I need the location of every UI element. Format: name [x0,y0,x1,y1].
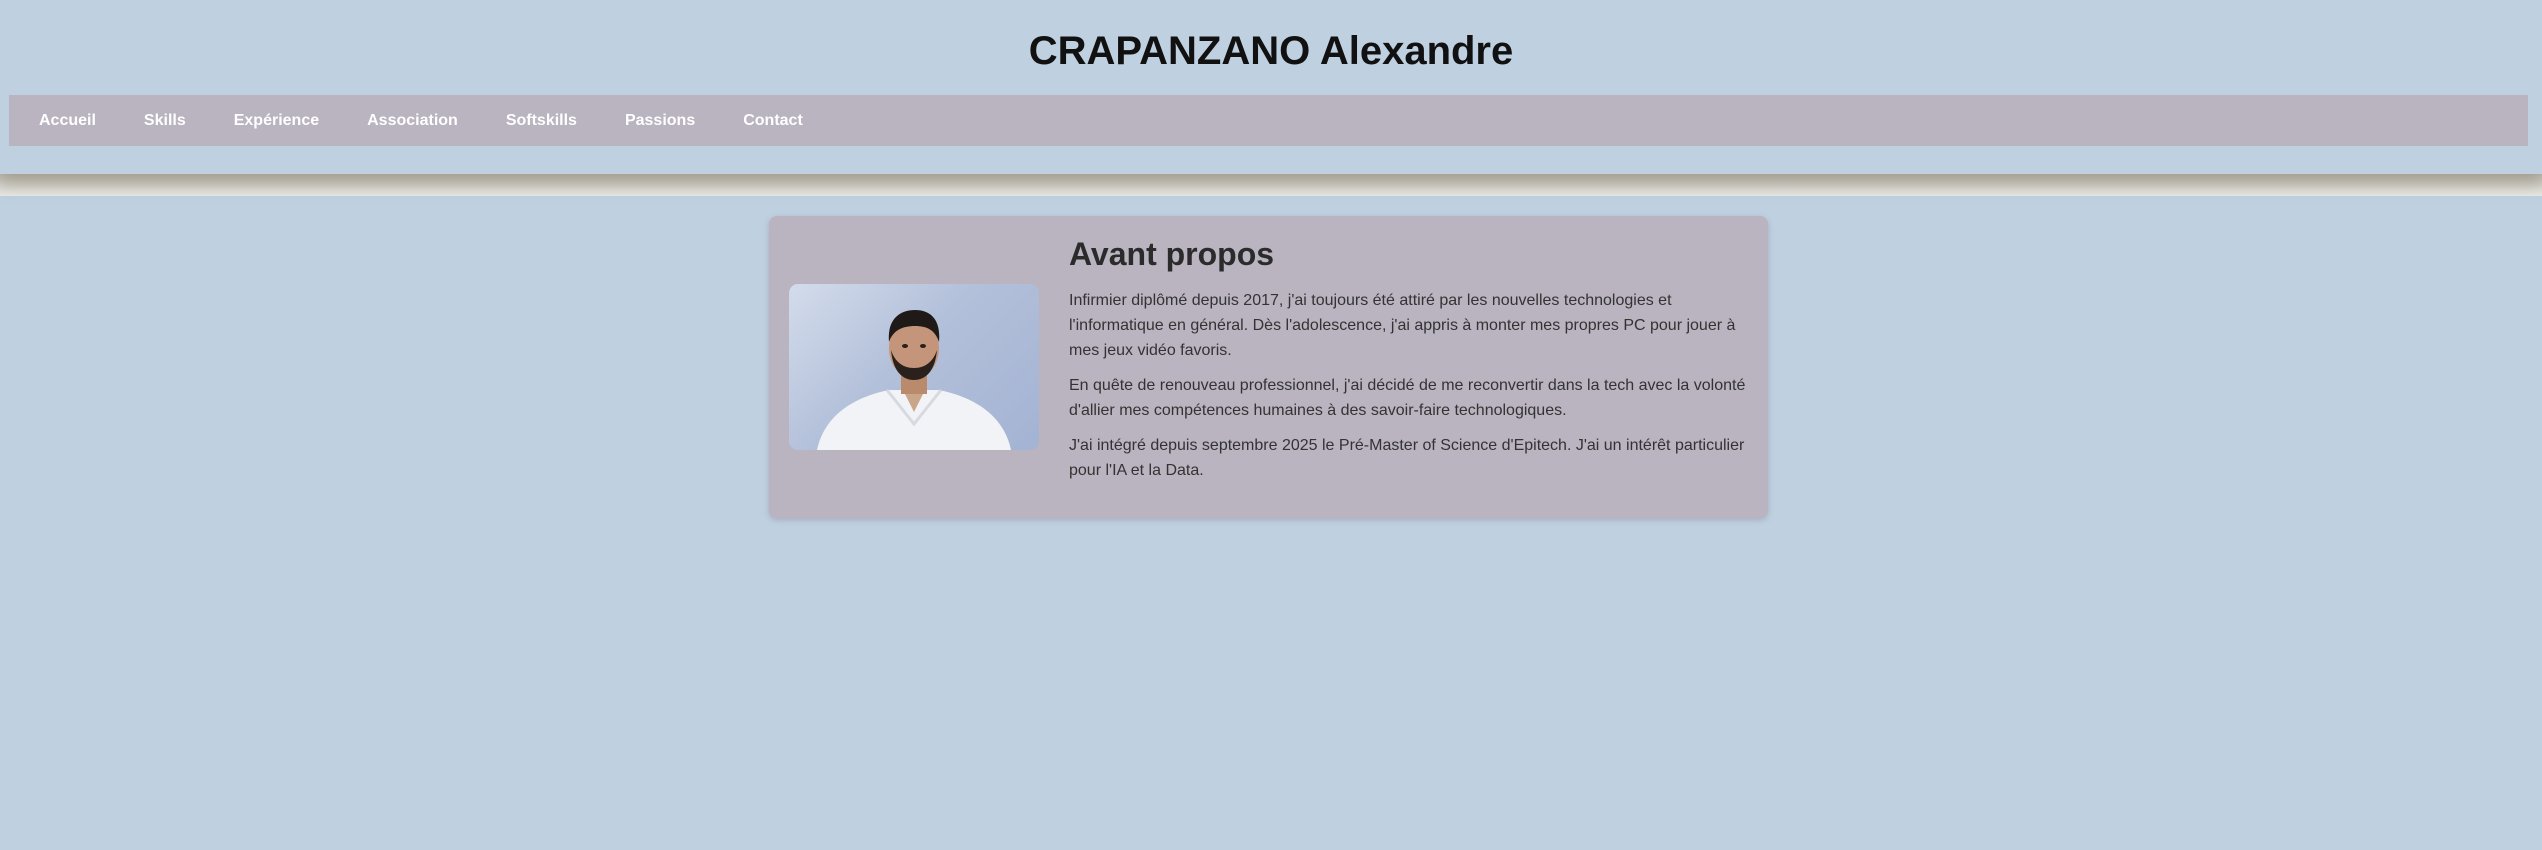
about-paragraph-3: J'ai intégré depuis septembre 2025 le Pr… [1069,437,1745,479]
site-header: CRAPANZANO Alexandre Accueil Skills Expé… [0,0,2542,174]
nav-item-accueil[interactable]: Accueil [39,111,96,131]
about-paragraph-1: Infirmier diplômé depuis 2017, j'ai touj… [1069,292,1736,359]
profile-photo-illustration [817,310,1011,450]
about-card: Avant propos Infirmier diplômé depuis 20… [769,216,1768,518]
profile-photo [789,284,1039,450]
main-nav: Accueil Skills Expérience Association So… [9,95,2528,146]
nav-item-skills[interactable]: Skills [144,111,186,131]
header-shadow [0,174,2542,196]
nav-item-softskills[interactable]: Softskills [506,111,577,131]
site-title: CRAPANZANO Alexandre [1028,29,1514,73]
about-text: Infirmier diplômé depuis 2017, j'ai touj… [1069,288,1749,493]
about-paragraph-2: En quête de renouveau professionnel, j'a… [1069,377,1746,419]
nav-item-experience[interactable]: Expérience [234,111,319,131]
nav-item-passions[interactable]: Passions [625,111,695,131]
nav-item-contact[interactable]: Contact [743,111,803,131]
nav-item-association[interactable]: Association [367,111,458,131]
about-heading: Avant propos [1069,236,1275,272]
